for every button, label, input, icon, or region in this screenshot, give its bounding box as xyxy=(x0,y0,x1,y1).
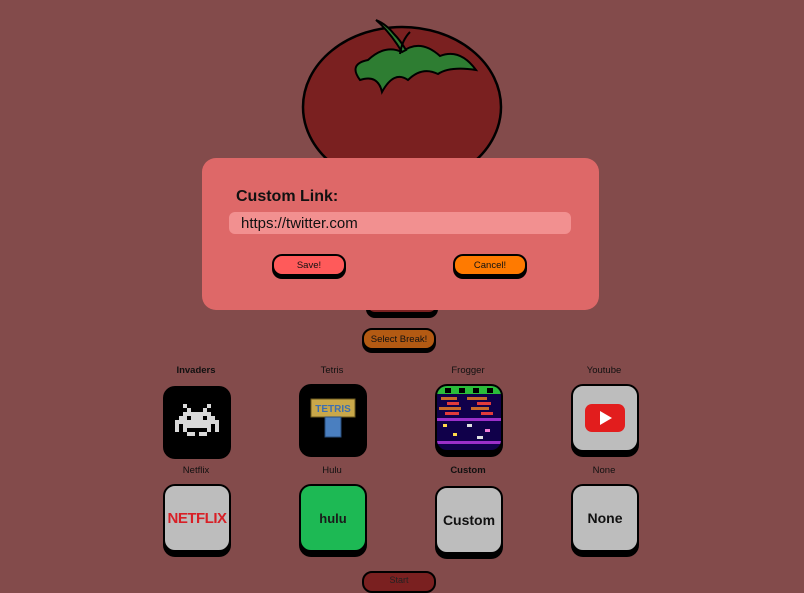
save-button[interactable]: Save! xyxy=(272,254,346,276)
game-label-frogger: Frogger xyxy=(451,365,485,376)
tile-youtube[interactable] xyxy=(571,384,639,452)
none-tile-label: None xyxy=(587,510,623,526)
tetris-logo-icon: TETRIS xyxy=(310,398,356,438)
tile-none[interactable]: None xyxy=(571,484,639,552)
youtube-play-icon xyxy=(585,404,625,432)
cancel-button[interactable]: Cancel! xyxy=(453,254,527,276)
tile-netflix[interactable]: NETFLIX xyxy=(163,484,231,552)
space-invader-icon xyxy=(175,404,219,436)
custom-link-modal: Custom Link: Save! Cancel! xyxy=(202,158,599,310)
tomato-illustration xyxy=(301,19,503,172)
game-label-invaders: Invaders xyxy=(176,365,216,376)
hulu-logo-icon: hulu xyxy=(319,510,347,526)
tile-tetris[interactable]: TETRIS xyxy=(299,384,367,452)
custom-tile-label: Custom xyxy=(442,512,496,528)
game-label-hulu: Hulu xyxy=(322,465,342,476)
svg-text:TETRIS: TETRIS xyxy=(315,404,351,415)
game-label-custom: Custom xyxy=(450,465,486,476)
frogger-screen-icon xyxy=(437,386,501,444)
game-label-none: None xyxy=(592,465,616,476)
custom-link-input[interactable] xyxy=(229,212,571,234)
game-label-tetris: Tetris xyxy=(320,365,344,376)
tile-frogger[interactable] xyxy=(435,384,503,452)
tile-custom[interactable]: Custom xyxy=(435,486,503,554)
tile-hulu[interactable]: hulu xyxy=(299,484,367,552)
netflix-logo-icon: NETFLIX xyxy=(167,509,228,527)
game-label-netflix: Netflix xyxy=(182,465,210,476)
select-break-button[interactable]: Select Break! xyxy=(362,328,436,350)
game-label-youtube: Youtube xyxy=(586,365,622,376)
tile-invaders[interactable] xyxy=(163,386,231,454)
start-button[interactable]: Start xyxy=(362,571,436,593)
modal-title: Custom Link: xyxy=(236,188,339,205)
